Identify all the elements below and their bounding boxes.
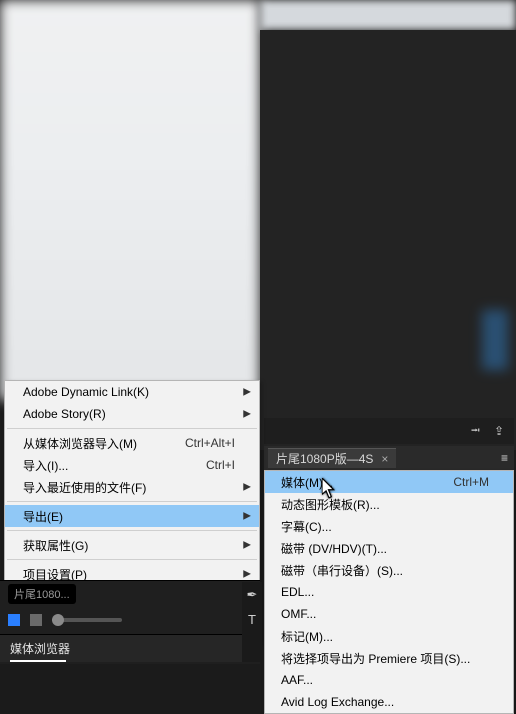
menu-item-label: 从媒体浏览器导入(M) xyxy=(23,435,137,452)
export-menu-item[interactable]: OMF... xyxy=(265,603,513,625)
sequence-tab-bar: 片尾1080P版—4S × ≡ xyxy=(264,446,514,470)
menu-item-shortcut: Ctrl+I xyxy=(206,458,235,472)
project-chip[interactable]: 片尾1080... xyxy=(8,584,76,604)
file-menu-item[interactable]: 导入最近使用的文件(F) ▶ xyxy=(5,476,259,498)
view-icon-icon[interactable] xyxy=(30,614,42,626)
chevron-right-icon: ▶ xyxy=(243,409,251,420)
menu-item-label: 导出(E) xyxy=(23,508,63,525)
menu-item-label: Avid Log Exchange... xyxy=(281,695,394,709)
menu-item-label: EDL... xyxy=(281,585,314,599)
text-tool-icon[interactable]: T xyxy=(245,612,259,626)
chevron-right-icon: ▶ xyxy=(243,569,251,580)
menu-separator xyxy=(7,428,257,429)
export-menu-item[interactable]: 字幕(C)... xyxy=(265,515,513,537)
menu-item-label: Adobe Story(R) xyxy=(23,407,106,421)
export-menu-item[interactable]: 将选择项导出为 Premiere 项目(S)... xyxy=(265,647,513,669)
menu-item-label: 媒体(M)... xyxy=(281,474,333,491)
zoom-slider[interactable] xyxy=(52,618,122,622)
chevron-right-icon: ▶ xyxy=(243,540,251,551)
export-menu-item[interactable]: 磁带 (DV/HDV)(T)... xyxy=(265,537,513,559)
menu-item-label: OMF... xyxy=(281,607,316,621)
file-menu-item[interactable]: 导入(I)... Ctrl+I xyxy=(5,454,259,476)
export-menu-item[interactable]: 动态图形模板(R)... xyxy=(265,493,513,515)
chevron-right-icon: ▶ xyxy=(243,387,251,398)
menu-item-label: 磁带 (DV/HDV)(T)... xyxy=(281,540,387,557)
export-menu-item[interactable]: 标记(M)... xyxy=(265,625,513,647)
menu-item-label: 动态图形模板(R)... xyxy=(281,496,380,513)
chevron-right-icon: ▶ xyxy=(243,511,251,522)
export-menu-item[interactable]: AAF... xyxy=(265,669,513,691)
menu-item-label: AAF... xyxy=(281,673,313,687)
menu-item-shortcut: Ctrl+M xyxy=(453,475,489,489)
menu-item-label: 磁带（串行设备）(S)... xyxy=(281,562,403,579)
view-list-icon[interactable] xyxy=(8,614,20,626)
file-menu-item[interactable]: 获取属性(G) ▶ xyxy=(5,534,259,556)
menu-separator xyxy=(7,559,257,560)
menu-item-shortcut: Ctrl+Alt+I xyxy=(185,436,235,450)
menu-item-label: 标记(M)... xyxy=(281,628,333,645)
menu-separator xyxy=(7,501,257,502)
export-submenu: 媒体(M)... Ctrl+M 动态图形模板(R)... 字幕(C)... 磁带 (DV… xyxy=(264,470,514,714)
sequence-tab-label: 片尾1080P版—4S xyxy=(276,450,373,467)
media-browser-label: 媒体浏览器 xyxy=(10,640,70,657)
menu-item-label: Adobe Dynamic Link(K) xyxy=(23,385,149,399)
file-menu-item[interactable]: Adobe Story(R) ▶ xyxy=(5,403,259,425)
file-menu-item[interactable]: Adobe Dynamic Link(K) ▶ xyxy=(5,381,259,403)
menu-separator xyxy=(7,530,257,531)
pen-tool-icon[interactable]: ✒ xyxy=(245,588,259,602)
close-icon[interactable]: × xyxy=(381,452,388,466)
project-panel-strip: 片尾1080... 媒体浏览器 xyxy=(0,580,260,664)
sequence-tab[interactable]: 片尾1080P版—4S × xyxy=(268,448,396,468)
file-menu-item[interactable]: 从媒体浏览器导入(M) Ctrl+Alt+I xyxy=(5,432,259,454)
menu-item-label: 导入最近使用的文件(F) xyxy=(23,479,146,496)
skip-end-icon[interactable]: ⭲ xyxy=(471,421,480,442)
export-menu-item[interactable]: 磁带（串行设备）(S)... xyxy=(265,559,513,581)
tool-column: ✒ T xyxy=(242,582,262,662)
media-browser-tab[interactable]: 媒体浏览器 xyxy=(0,634,260,662)
export-menu-item[interactable]: EDL... xyxy=(265,581,513,603)
chevron-right-icon: ▶ xyxy=(243,482,251,493)
menu-item-label: 获取属性(G) xyxy=(23,537,88,554)
menu-item-label: 导入(I)... xyxy=(23,457,68,474)
panel-menu-icon[interactable]: ≡ xyxy=(501,451,508,465)
menu-item-label: 字幕(C)... xyxy=(281,518,332,535)
export-icon[interactable]: ⇪ xyxy=(494,424,504,438)
file-menu-item[interactable]: 导出(E) ▶ xyxy=(5,505,259,527)
export-menu-item[interactable]: 媒体(M)... Ctrl+M xyxy=(265,471,513,493)
viewer-controls: ⭲ ⇪ xyxy=(264,418,514,444)
export-menu-item[interactable]: Avid Log Exchange... xyxy=(265,691,513,713)
